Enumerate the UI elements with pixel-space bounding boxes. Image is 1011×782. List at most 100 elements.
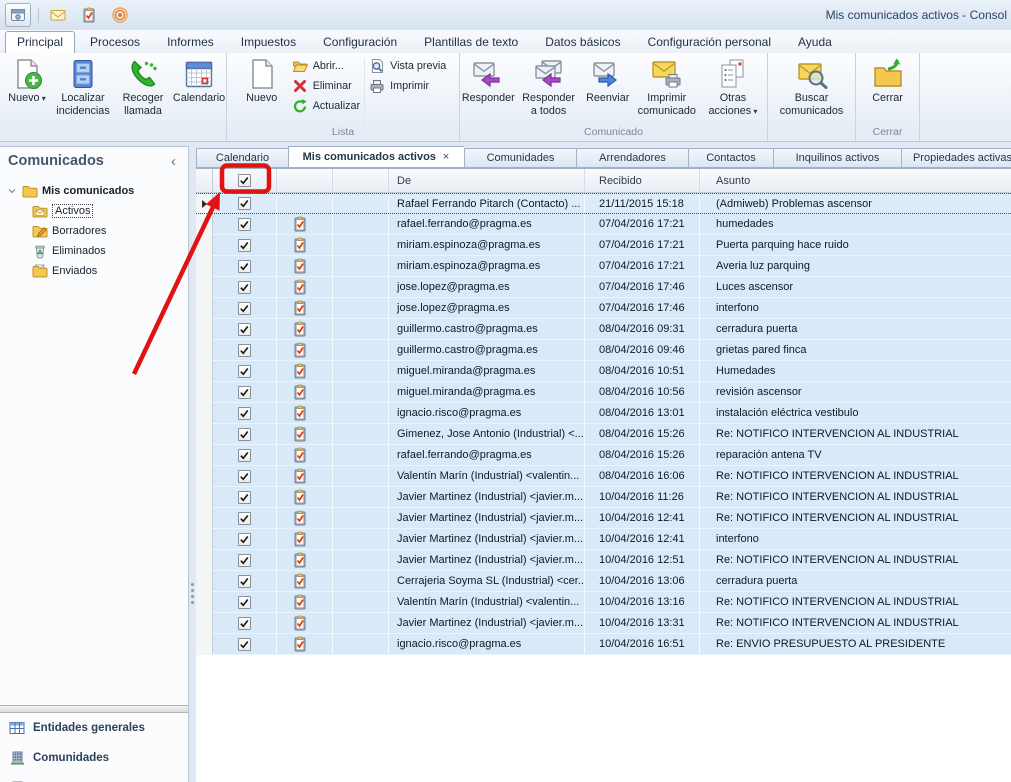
tree-item-mis-comunicados[interactable]: Mis comunicados	[6, 181, 188, 201]
table-row[interactable]: Javier Martinez (Industrial) <javier.m..…	[196, 529, 1011, 550]
table-row[interactable]: rafael.ferrando@pragma.es07/04/2016 17:2…	[196, 214, 1011, 235]
ribbon-button-responder[interactable]: Responder	[461, 55, 516, 126]
row-blank-cell	[333, 508, 389, 528]
ribbon-tab-configuracion[interactable]: Configuración	[311, 31, 409, 53]
close-icon[interactable]: ×	[442, 151, 450, 163]
table-row[interactable]: miriam.espinoza@pragma.es07/04/2016 17:2…	[196, 256, 1011, 277]
tab-propiedades-activas[interactable]: Propiedades activas	[901, 148, 1011, 168]
row-checkbox[interactable]	[238, 554, 251, 567]
ribbon-button-cerrar[interactable]: Cerrar	[862, 55, 914, 126]
ribbon-button-recoger-llamada[interactable]: Recoger llamada	[113, 55, 173, 126]
table-row[interactable]: ignacio.risco@pragma.es08/04/2016 13:01i…	[196, 403, 1011, 424]
ribbon-button-calendario[interactable]: Calendario	[173, 55, 225, 126]
row-checkbox[interactable]	[238, 533, 251, 546]
quick-access-clipboard-check-icon[interactable]	[77, 4, 101, 26]
tree-item-borradores[interactable]: Borradores	[6, 221, 188, 241]
row-checkbox[interactable]	[238, 344, 251, 357]
ribbon-tab-informes[interactable]: Informes	[155, 31, 226, 53]
row-checkbox[interactable]	[238, 281, 251, 294]
ribbon-tab-datos-basicos[interactable]: Datos básicos	[533, 31, 632, 53]
row-checkbox[interactable]	[238, 512, 251, 525]
table-row[interactable]: Rafael Ferrando Pitarch (Contacto) ...21…	[196, 193, 1011, 214]
sidebar-item-comunidades[interactable]: Comunidades	[0, 743, 188, 773]
tree-item-activos[interactable]: Activos	[6, 201, 188, 221]
ribbon-button-imprimir[interactable]: Imprimir	[369, 78, 446, 94]
collapse-panel-icon[interactable]: ‹	[167, 154, 180, 169]
table-row[interactable]: ignacio.risco@pragma.es10/04/2016 16:51R…	[196, 634, 1011, 655]
table-row[interactable]: Javier Martinez (Industrial) <javier.m..…	[196, 613, 1011, 634]
table-row[interactable]: Valentín Marín (Industrial) <valentin...…	[196, 592, 1011, 613]
table-row[interactable]: Cerrajeria Soyma SL (Industrial) <cer...…	[196, 571, 1011, 592]
table-row[interactable]: Javier Martinez (Industrial) <javier.m..…	[196, 508, 1011, 529]
ribbon-tab-procesos[interactable]: Procesos	[78, 31, 152, 53]
table-row[interactable]: rafael.ferrando@pragma.es08/04/2016 15:2…	[196, 445, 1011, 466]
table-row[interactable]: guillermo.castro@pragma.es08/04/2016 09:…	[196, 340, 1011, 361]
tab-mis-comunicados-activos[interactable]: Mis comunicados activos×	[288, 146, 464, 168]
row-checkbox[interactable]	[238, 386, 251, 399]
select-all-checkbox[interactable]	[238, 174, 251, 187]
ribbon-button-nuevo[interactable]: Nuevo	[236, 55, 288, 126]
tree-item-eliminados[interactable]: Eliminados	[6, 241, 188, 261]
row-checkbox[interactable]	[238, 239, 251, 252]
ribbon-button-otras-acciones[interactable]: Otras acciones ▾	[700, 55, 766, 126]
row-checkbox[interactable]	[238, 428, 251, 441]
row-checkbox[interactable]	[238, 260, 251, 273]
table-row[interactable]: jose.lopez@pragma.es07/04/2016 17:46inte…	[196, 298, 1011, 319]
ribbon-button-actualizar[interactable]: Actualizar	[292, 98, 360, 114]
table-row[interactable]: miguel.miranda@pragma.es08/04/2016 10:56…	[196, 382, 1011, 403]
table-row[interactable]: Javier Martinez (Industrial) <javier.m..…	[196, 550, 1011, 571]
row-checkbox[interactable]	[238, 323, 251, 336]
ribbon-button-buscar-comunicados[interactable]: Buscar comunicados	[775, 55, 849, 126]
tab-contactos[interactable]: Contactos	[688, 148, 773, 168]
row-checkbox-cell	[213, 277, 277, 297]
sidebar-item-alquileres[interactable]: Alquileres	[0, 773, 188, 782]
quick-access-mail-icon[interactable]	[46, 4, 70, 26]
row-checkbox[interactable]	[238, 617, 251, 630]
row-checkbox[interactable]	[238, 596, 251, 609]
ribbon-button-nuevo[interactable]: Nuevo ▾	[1, 55, 53, 126]
table-row[interactable]: Valentín Marín (Industrial) <valentin...…	[196, 466, 1011, 487]
tab-inquilinos-activos[interactable]: Inquilinos activos	[773, 148, 901, 168]
sidebar-item-entidades-generales[interactable]: Entidades generales	[0, 713, 188, 743]
column-header-de[interactable]: De	[389, 169, 585, 192]
row-checkbox[interactable]	[238, 218, 251, 231]
panel-splitter[interactable]	[189, 146, 196, 782]
ribbon-button-vista-previa[interactable]: Vista previa	[369, 58, 446, 74]
row-checkbox[interactable]	[238, 470, 251, 483]
ribbon-tab-plantillas-de-texto[interactable]: Plantillas de texto	[412, 31, 530, 53]
tab-calendario[interactable]: Calendario	[196, 148, 288, 168]
row-checkbox[interactable]	[238, 365, 251, 378]
ribbon-tab-ayuda[interactable]: Ayuda	[786, 31, 844, 53]
ribbon-tab-configuracion-personal[interactable]: Configuración personal	[636, 31, 783, 53]
table-row[interactable]: miriam.espinoza@pragma.es07/04/2016 17:2…	[196, 235, 1011, 256]
column-header-recibido[interactable]: Recibido	[585, 169, 700, 192]
quick-access-app-icon[interactable]	[5, 3, 31, 27]
row-checkbox[interactable]	[238, 197, 251, 210]
quick-access-broadcast-icon[interactable]	[108, 4, 132, 26]
row-checkbox[interactable]	[238, 449, 251, 462]
table-row[interactable]: jose.lopez@pragma.es07/04/2016 17:46Luce…	[196, 277, 1011, 298]
tree-item-enviados[interactable]: Enviados	[6, 261, 188, 281]
table-row[interactable]: Javier Martinez (Industrial) <javier.m..…	[196, 487, 1011, 508]
row-checkbox[interactable]	[238, 407, 251, 420]
table-row[interactable]: miguel.miranda@pragma.es08/04/2016 10:51…	[196, 361, 1011, 382]
table-row[interactable]: Gimenez, Jose Antonio (Industrial) <...0…	[196, 424, 1011, 445]
row-checkbox[interactable]	[238, 575, 251, 588]
ribbon-button-imprimir-comunicado[interactable]: Imprimir comunicado	[634, 55, 700, 126]
ribbon-button-eliminar[interactable]: Eliminar	[292, 78, 360, 94]
ribbon-tab-impuestos[interactable]: Impuestos	[229, 31, 308, 53]
row-checkbox[interactable]	[238, 491, 251, 504]
ribbon-button-abrir[interactable]: Abrir...	[292, 58, 360, 74]
sidebar-splitter[interactable]	[0, 705, 188, 713]
tab-arrendadores[interactable]: Arrendadores	[576, 148, 688, 168]
ribbon-button-reenviar[interactable]: Reenviar	[582, 55, 634, 126]
tab-comunidades[interactable]: Comunidades	[464, 148, 576, 168]
ribbon-button-responder-a-todos[interactable]: Responder a todos	[516, 55, 582, 126]
chevron-down-icon[interactable]	[6, 185, 18, 197]
row-checkbox[interactable]	[238, 638, 251, 651]
column-header-asunto[interactable]: Asunto	[700, 169, 1011, 192]
ribbon-tab-principal[interactable]: Principal	[5, 31, 75, 53]
ribbon-button-localizar-incidencias[interactable]: Localizar incidencias	[53, 55, 113, 126]
table-row[interactable]: guillermo.castro@pragma.es08/04/2016 09:…	[196, 319, 1011, 340]
row-checkbox[interactable]	[238, 302, 251, 315]
